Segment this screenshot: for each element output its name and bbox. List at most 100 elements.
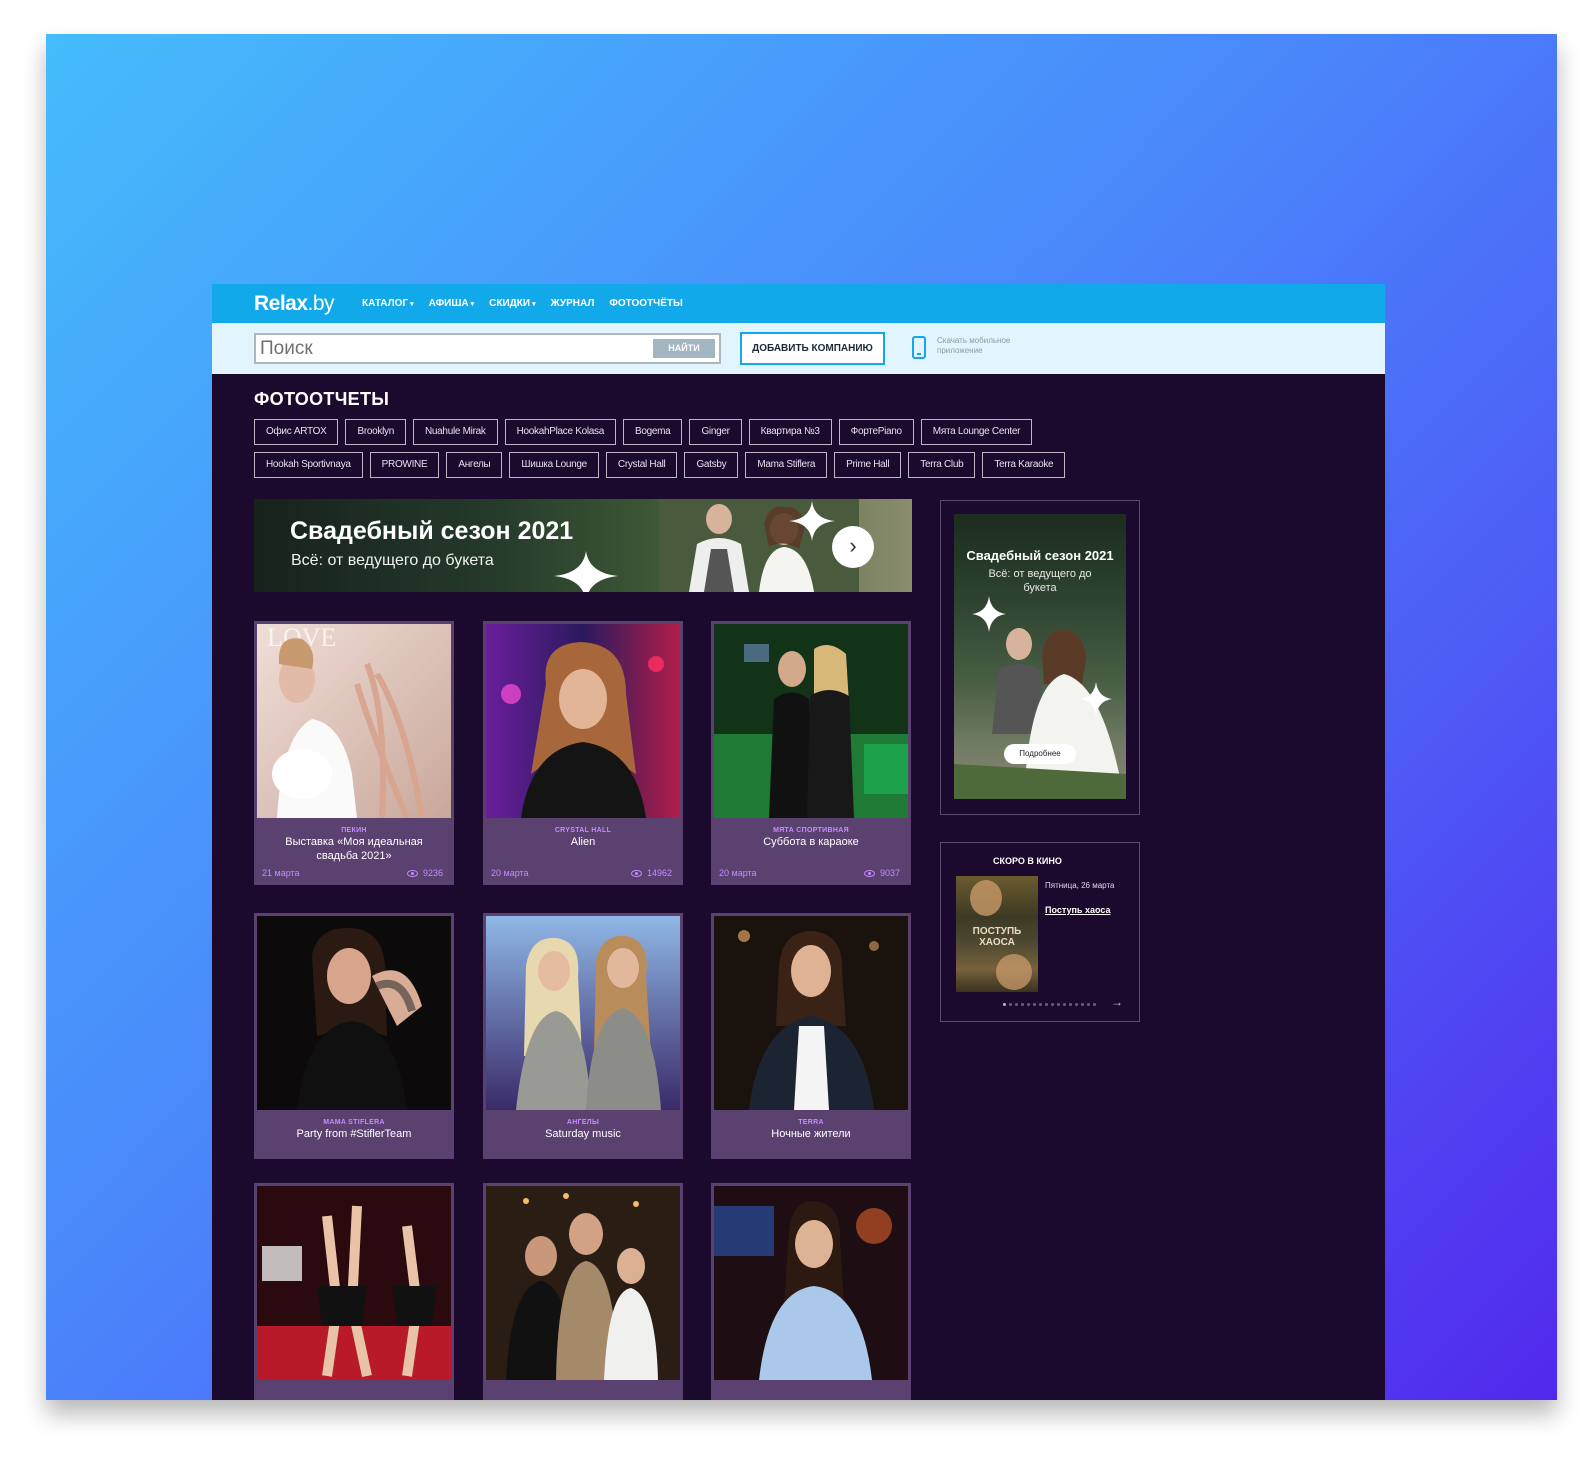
venue-tag[interactable]: Prime Hall [834, 452, 902, 478]
sparkle-icon [554, 551, 618, 592]
nav-journal[interactable]: ЖУРНАЛ [551, 298, 595, 309]
eye-icon [863, 870, 875, 877]
photo-report-card[interactable] [254, 1183, 454, 1400]
sidebar-ad-title: Свадебный сезон 2021 [966, 548, 1114, 563]
search-strip: НАЙТИ ДОБАВИТЬ КОМПАНИЮ Скачать мобильно… [212, 323, 1385, 374]
venue-tag[interactable]: HookahPlace Kolasa [504, 419, 616, 445]
venue-tag[interactable]: Hookah Sportivnaya [254, 452, 363, 478]
card-title[interactable]: Ночные жители [714, 1126, 908, 1141]
card-date: 20 марта [719, 868, 757, 878]
card-title[interactable]: Party from #StiflerTeam [257, 1126, 451, 1141]
venue-tag[interactable]: Офис ARTOX [254, 419, 339, 445]
card-views: 9037 [863, 868, 900, 878]
venue-tag[interactable]: Квартира №3 [748, 419, 832, 445]
photo-report-card[interactable] [711, 1183, 911, 1400]
chevron-right-icon: › [849, 533, 857, 558]
venue-tag[interactable]: Ginger [689, 419, 742, 445]
poster-title: ПОСТУПЬ ХАОСА [972, 926, 1022, 948]
caret-down-icon: ▾ [470, 301, 475, 308]
card-photo [486, 1186, 680, 1380]
sidebar-ad-more-button[interactable]: Подробнее [1004, 744, 1076, 764]
banner-subtitle: Всё: от ведущего до букета [291, 552, 494, 569]
sidebar-ad-image: Свадебный сезон 2021 Всё: от ведущего до… [954, 514, 1126, 799]
card-title[interactable]: Saturday music [486, 1126, 680, 1141]
venue-tag[interactable]: Мята Lounge Center [920, 419, 1033, 445]
sidebar-ad[interactable]: Свадебный сезон 2021 Всё: от ведущего до… [940, 500, 1140, 815]
search-input[interactable] [260, 338, 640, 359]
wedding-banner[interactable]: Свадебный сезон 2021 Всё: от ведущего до… [254, 499, 912, 592]
card-photo [714, 916, 908, 1110]
venue-tag[interactable]: Bogema [623, 419, 683, 445]
movie-poster[interactable]: ПОСТУПЬ ХАОСА [956, 876, 1038, 992]
card-venue[interactable]: ПЕКИН [257, 827, 451, 834]
main-nav: КАТАЛОГ ▾ АФИША ▾ СКИДКИ ▾ ЖУРНАЛ ФОТООТЧЁТ… [362, 298, 683, 309]
add-company-button[interactable]: ДОБАВИТЬ КОМПАНИЮ [740, 332, 885, 365]
logo-tld: .by [307, 292, 335, 315]
card-venue[interactable]: MAMA STIFLERA [257, 1119, 451, 1126]
photo-report-card[interactable]: АНГЕЛЫ Saturday music [483, 913, 683, 1159]
photo-report-card[interactable]: МЯТА СПОРТИВНАЯ Суббота в караоке 20 мар… [711, 621, 911, 885]
venue-tag[interactable]: Crystal Hall [605, 452, 678, 478]
search-box: НАЙТИ [254, 333, 721, 364]
card-venue[interactable]: TERRA [714, 1119, 908, 1126]
card-title[interactable]: Alien [486, 834, 680, 849]
card-photo [714, 1186, 908, 1380]
arrow-right-icon[interactable]: → [1111, 995, 1123, 1009]
card-photo [486, 624, 680, 818]
card-meta: 20 марта 9037 [719, 868, 900, 878]
banner-title: Свадебный сезон 2021 [290, 517, 574, 545]
venue-tag[interactable]: Brooklyn [345, 419, 406, 445]
nav-discounts[interactable]: СКИДКИ ▾ [489, 298, 535, 309]
nav-afisha[interactable]: АФИША ▾ [429, 298, 474, 309]
nav-catalog[interactable]: КАТАЛОГ ▾ [362, 298, 414, 309]
cinema-movie-link[interactable]: Поступь хаоса [1045, 905, 1110, 915]
venue-tag[interactable]: Nuahule Mirak [412, 419, 498, 445]
venue-tag[interactable]: Terra Club [908, 452, 976, 478]
sparkle-icon [1080, 682, 1112, 716]
card-date: 20 марта [491, 868, 529, 878]
venue-tag[interactable]: Gatsby [684, 452, 739, 478]
card-venue[interactable]: АНГЕЛЫ [486, 1119, 680, 1126]
sidebar-ad-subtitle: Всё: от ведущего до букета [988, 568, 1092, 594]
card-views: 14962 [630, 868, 672, 878]
card-date: 21 марта [262, 868, 300, 878]
cinema-title: СКОРО В КИНО [993, 856, 1062, 866]
gradient-backdrop: Relax.by КАТАЛОГ ▾ АФИША ▾ СКИДКИ ▾ ЖУРНАЛ … [46, 34, 1557, 1400]
phone-icon[interactable] [912, 336, 926, 359]
photo-report-card[interactable] [483, 1183, 683, 1400]
eye-icon [406, 870, 418, 877]
photo-report-card[interactable]: LOVE ПЕКИН Выставка «Моя идеальная свадь… [254, 621, 454, 885]
card-photo [714, 624, 908, 818]
download-app-link[interactable]: Скачать мобильное приложение [937, 336, 1037, 356]
search-button[interactable]: НАЙТИ [653, 339, 715, 358]
venue-tag[interactable]: Шишка Lounge [509, 452, 599, 478]
cinema-widget: СКОРО В КИНО ПОСТУПЬ ХАОСА Пятница, 26 м… [940, 842, 1140, 1022]
venue-tag[interactable]: ФортеPiano [838, 419, 914, 445]
top-navbar: Relax.by КАТАЛОГ ▾ АФИША ▾ СКИДКИ ▾ ЖУРНАЛ … [212, 284, 1385, 323]
card-venue[interactable]: МЯТА СПОРТИВНАЯ [714, 827, 908, 834]
card-venue[interactable]: CRYSTAL HALL [486, 827, 680, 834]
venue-tag[interactable]: Terra Karaoke [982, 452, 1066, 478]
caret-down-icon: ▾ [532, 301, 536, 308]
eye-icon [630, 870, 642, 877]
venue-tag[interactable]: Mama Stiflera [745, 452, 828, 478]
photo-report-card[interactable]: MAMA STIFLERA Party from #StiflerTeam [254, 913, 454, 1159]
website-screenshot: Relax.by КАТАЛОГ ▾ АФИША ▾ СКИДКИ ▾ ЖУРНАЛ … [212, 284, 1385, 1400]
card-photo: LOVE [257, 623, 451, 820]
card-title[interactable]: Выставка «Моя идеальная свадьба 2021» [257, 834, 451, 863]
carousel-dots[interactable] [1003, 1003, 1096, 1006]
venue-tag[interactable]: Ангелы [446, 452, 503, 478]
venue-tag[interactable]: PROWINE [369, 452, 440, 478]
card-photo [257, 916, 451, 1110]
sparkle-icon [789, 501, 835, 541]
caret-down-icon: ▾ [410, 301, 414, 308]
card-views: 9236 [406, 868, 443, 878]
photo-report-card[interactable]: TERRA Ночные жители [711, 913, 911, 1159]
photo-report-card[interactable]: CRYSTAL HALL Alien 20 марта 14962 [483, 621, 683, 885]
banner-next-button[interactable]: › [832, 526, 874, 568]
card-photo [486, 916, 680, 1110]
card-title[interactable]: Суббота в караоке [714, 834, 908, 849]
nav-photoreports[interactable]: ФОТООТЧЁТЫ [609, 298, 682, 309]
venue-tags: Офис ARTOX Brooklyn Nuahule Mirak Hookah… [254, 419, 1134, 478]
site-logo[interactable]: Relax.by [254, 292, 335, 316]
